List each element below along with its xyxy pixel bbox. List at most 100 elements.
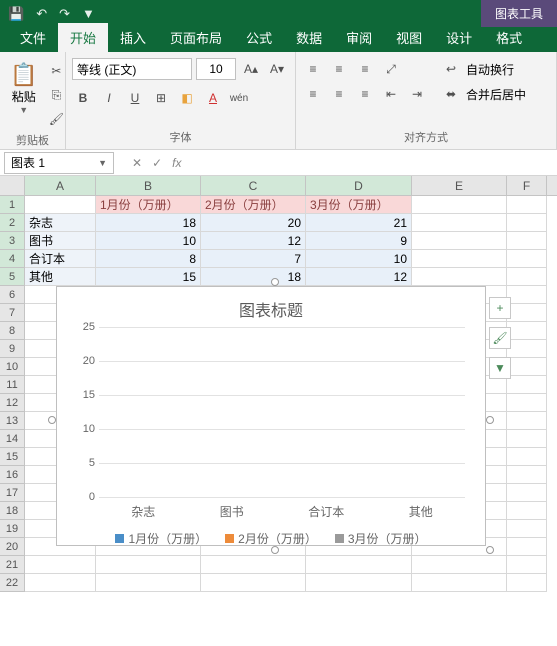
row-header[interactable]: 15 [0, 448, 25, 466]
row-header[interactable]: 9 [0, 340, 25, 358]
cell[interactable] [507, 358, 547, 376]
legend-item[interactable]: 2月份（万册） [225, 530, 317, 547]
row-header[interactable]: 16 [0, 466, 25, 484]
merge-icon[interactable]: ⬌ [440, 83, 462, 105]
cell[interactable] [96, 556, 201, 574]
select-all-corner[interactable] [0, 176, 25, 195]
cell[interactable]: 合订本 [25, 250, 96, 268]
cell[interactable] [412, 556, 507, 574]
col-header-f[interactable]: F [507, 176, 547, 195]
cell[interactable] [507, 502, 547, 520]
cell[interactable] [201, 574, 306, 592]
cell[interactable] [507, 232, 547, 250]
row-header[interactable]: 10 [0, 358, 25, 376]
col-header-b[interactable]: B [96, 176, 201, 195]
fill-color-icon[interactable]: ◧ [176, 87, 198, 109]
align-middle-icon[interactable]: ≡ [328, 58, 350, 80]
cell[interactable] [412, 196, 507, 214]
wrap-text-label[interactable]: 自动换行 [466, 61, 514, 78]
cell[interactable] [507, 484, 547, 502]
save-icon[interactable]: 💾 [8, 6, 24, 22]
font-color-icon[interactable]: A [202, 87, 224, 109]
cell[interactable]: 其他 [25, 268, 96, 286]
row-header[interactable]: 8 [0, 322, 25, 340]
cell[interactable]: 12 [306, 268, 412, 286]
border-icon[interactable]: ⊞ [150, 87, 172, 109]
col-header-d[interactable]: D [306, 176, 412, 195]
cell[interactable] [507, 574, 547, 592]
cell[interactable] [412, 232, 507, 250]
chart-elements-button[interactable]: + [489, 297, 511, 319]
embedded-chart[interactable]: 图表标题 0510152025 杂志图书合订本其他 1月份（万册）2月份（万册）… [56, 286, 486, 546]
tab-review[interactable]: 审阅 [334, 23, 384, 52]
wrap-text-icon[interactable]: ↩ [440, 58, 462, 80]
cell[interactable] [507, 286, 547, 304]
cell[interactable]: 12 [201, 232, 306, 250]
indent-decrease-icon[interactable]: ⇤ [380, 83, 402, 105]
font-name-select[interactable] [72, 58, 192, 80]
italic-button[interactable]: I [98, 87, 120, 109]
cell[interactable] [25, 574, 96, 592]
cell[interactable] [507, 538, 547, 556]
orientation-icon[interactable]: ⤢ [380, 58, 402, 80]
cell[interactable]: 10 [306, 250, 412, 268]
indent-increase-icon[interactable]: ⇥ [406, 83, 428, 105]
cell[interactable] [412, 250, 507, 268]
align-center-icon[interactable]: ≡ [328, 83, 350, 105]
spreadsheet-grid[interactable]: A B C D E F 11月份（万册）2月份（万册）3月份（万册）2杂志182… [0, 176, 557, 592]
chart-filter-button[interactable]: ▼ [489, 357, 511, 379]
row-header[interactable]: 18 [0, 502, 25, 520]
align-bottom-icon[interactable]: ≡ [354, 58, 376, 80]
cell[interactable]: 21 [306, 214, 412, 232]
paste-button[interactable]: 📋 粘贴 ▼ [6, 58, 41, 119]
decrease-font-icon[interactable]: A▾ [266, 58, 288, 80]
underline-button[interactable]: U [124, 87, 146, 109]
cell[interactable] [25, 556, 96, 574]
row-header[interactable]: 20 [0, 538, 25, 556]
row-header[interactable]: 3 [0, 232, 25, 250]
cell[interactable] [507, 268, 547, 286]
row-header[interactable]: 5 [0, 268, 25, 286]
row-header[interactable]: 7 [0, 304, 25, 322]
cell[interactable] [507, 412, 547, 430]
cell[interactable]: 7 [201, 250, 306, 268]
cut-icon[interactable]: ✂ [45, 60, 67, 82]
cell[interactable]: 15 [96, 268, 201, 286]
chart-title[interactable]: 图表标题 [57, 287, 485, 327]
legend-item[interactable]: 1月份（万册） [115, 530, 207, 547]
row-header[interactable]: 12 [0, 394, 25, 412]
name-box[interactable]: 图表 1 ▼ [4, 152, 114, 174]
cell[interactable] [507, 304, 547, 322]
row-header[interactable]: 11 [0, 376, 25, 394]
cell[interactable] [201, 556, 306, 574]
row-header[interactable]: 6 [0, 286, 25, 304]
align-left-icon[interactable]: ≡ [302, 83, 324, 105]
formula-cancel-icon[interactable]: ✕ [132, 156, 142, 170]
tab-design[interactable]: 设计 [434, 23, 484, 52]
cell[interactable] [507, 322, 547, 340]
cell[interactable]: 8 [96, 250, 201, 268]
redo-icon[interactable]: ↷ [59, 6, 70, 22]
cell[interactable] [507, 556, 547, 574]
col-header-e[interactable]: E [412, 176, 507, 195]
bold-button[interactable]: B [72, 87, 94, 109]
cell[interactable] [306, 556, 412, 574]
format-painter-icon[interactable]: 🖌 [45, 108, 67, 130]
row-header[interactable]: 14 [0, 430, 25, 448]
cell[interactable] [507, 250, 547, 268]
cell[interactable] [507, 214, 547, 232]
cell[interactable]: 1月份（万册） [96, 196, 201, 214]
cell[interactable] [507, 520, 547, 538]
cell[interactable] [507, 430, 547, 448]
paste-dropdown-icon[interactable]: ▼ [19, 105, 28, 115]
merge-label[interactable]: 合并后居中 [466, 86, 526, 103]
cell[interactable] [412, 268, 507, 286]
cell[interactable] [25, 196, 96, 214]
row-header[interactable]: 21 [0, 556, 25, 574]
chart-styles-button[interactable]: 🖌 [489, 327, 511, 349]
cell[interactable]: 18 [96, 214, 201, 232]
cell[interactable] [412, 574, 507, 592]
legend-item[interactable]: 3月份（万册） [335, 530, 427, 547]
chart-plot-area[interactable]: 0510152025 [99, 327, 465, 497]
phonetic-icon[interactable]: wén [228, 87, 250, 109]
